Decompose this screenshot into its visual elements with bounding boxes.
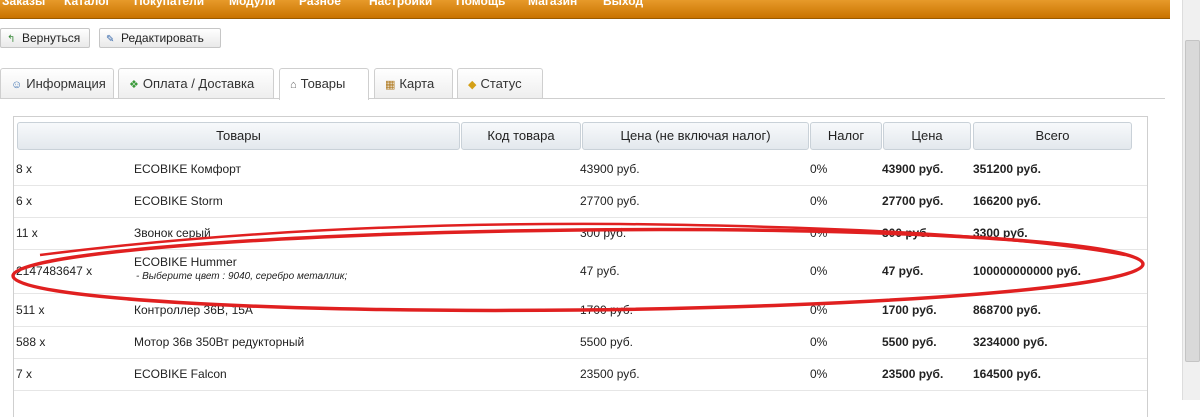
tab-products[interactable]: ⌂ Товары (279, 68, 369, 100)
row-tax: 0% (810, 303, 828, 317)
row-price-excl: 47 руб. (580, 264, 620, 278)
row-qty: 11 x (16, 226, 38, 240)
header-price-excl-tax: Цена (не включая налог) (582, 122, 809, 150)
row-price-excl: 27700 руб. (580, 194, 640, 208)
row-tax: 0% (810, 194, 828, 208)
tab-payment-delivery[interactable]: ❖ Оплата / Доставка (118, 68, 274, 98)
back-arrow-icon: ↰ (7, 34, 16, 45)
vertical-scrollbar[interactable] (1182, 0, 1200, 400)
row-tax: 0% (810, 264, 828, 278)
row-price-excl: 300 руб. (580, 226, 627, 240)
row-price: 43900 руб. (882, 162, 944, 176)
header-sku: Код товара (461, 122, 581, 150)
header-price: Цена (883, 122, 971, 150)
nav-modules[interactable]: Модули (229, 0, 275, 8)
row-total: 351200 руб. (973, 162, 1041, 176)
row-price-excl: 23500 руб. (580, 367, 640, 381)
row-product-link[interactable]: ECOBIKE Falcon (134, 367, 227, 381)
top-nav: Заказы Каталог Покупатели Модули Разное … (0, 0, 1170, 19)
row-qty: 7 x (16, 367, 33, 381)
row-product-link[interactable]: Звонок серый (134, 226, 211, 240)
row-tax: 0% (810, 335, 828, 349)
row-qty: 511 x (16, 303, 45, 317)
row-total: 164500 руб. (973, 367, 1041, 381)
row-total: 3234000 руб. (973, 335, 1048, 349)
row-tax: 0% (810, 226, 828, 240)
status-cube-icon: ◆ (468, 79, 477, 91)
tab-map[interactable]: ▦ Карта (374, 68, 453, 98)
header-total: Всего (973, 122, 1132, 150)
nav-catalog[interactable]: Каталог (64, 0, 111, 8)
nav-help[interactable]: Помощь (456, 0, 505, 8)
tab-info-label: Информация (26, 76, 106, 91)
table-row: 588 x Мотор 36в 350Вт редукторный 5500 р… (14, 326, 1147, 359)
info-people-icon: ☺ (11, 79, 23, 91)
row-price-excl: 5500 руб. (580, 335, 633, 349)
edit-button-label: Редактировать (121, 31, 204, 45)
products-box-icon: ⌂ (290, 79, 297, 91)
tab-status[interactable]: ◆ Статус (457, 68, 543, 98)
scrollbar-thumb[interactable] (1185, 40, 1200, 362)
back-button-label: Вернуться (22, 31, 81, 45)
row-product-link[interactable]: ECOBIKE Комфорт (134, 162, 241, 176)
tab-info[interactable]: ☺ Информация (0, 68, 114, 98)
table-row: 11 x Звонок серый 300 руб. 0% 300 руб. 3… (14, 217, 1147, 250)
nav-orders[interactable]: Заказы (2, 0, 45, 8)
table-row: 7 x ECOBIKE Falcon 23500 руб. 0% 23500 р… (14, 358, 1147, 391)
nav-customers[interactable]: Покупатели (134, 0, 204, 8)
edit-button[interactable]: ✎ Редактировать (99, 28, 221, 48)
tab-divider (0, 98, 1165, 99)
edit-icon: ✎ (106, 34, 115, 45)
tab-products-label: Товары (300, 76, 346, 91)
header-products: Товары (17, 122, 460, 150)
row-product-option: - Выберите цвет : 9040, серебро металлик… (136, 271, 348, 282)
table-row: 8 x ECOBIKE Комфорт 43900 руб. 0% 43900 … (14, 153, 1147, 186)
row-qty: 2147483647 x (16, 264, 93, 278)
row-total: 100000000000 руб. (973, 264, 1082, 278)
row-total: 868700 руб. (973, 303, 1041, 317)
tab-status-label: Статус (480, 76, 522, 91)
nav-exit[interactable]: Выход (603, 0, 643, 8)
products-table: Товары Код товара Цена (не включая налог… (13, 116, 1148, 417)
tab-payment-label: Оплата / Доставка (142, 76, 255, 91)
nav-misc[interactable]: Разное (299, 0, 341, 8)
row-price-excl: 43900 руб. (580, 162, 640, 176)
row-total: 166200 руб. (973, 194, 1041, 208)
row-product-link[interactable]: Контроллер 36В, 15А (134, 303, 253, 317)
back-button[interactable]: ↰ Вернуться (0, 28, 90, 48)
nav-settings[interactable]: Настройки (369, 0, 432, 8)
row-qty: 6 x (16, 194, 33, 208)
table-row: 6 x ECOBIKE Storm 27700 руб. 0% 27700 ру… (14, 185, 1147, 218)
nav-shop[interactable]: Магазин (528, 0, 577, 8)
row-price-excl: 1700 руб. (580, 303, 633, 317)
row-price: 1700 руб. (882, 303, 937, 317)
row-qty: 8 x (16, 162, 33, 176)
row-tax: 0% (810, 367, 828, 381)
row-price: 5500 руб. (882, 335, 937, 349)
row-tax: 0% (810, 162, 828, 176)
row-price: 23500 руб. (882, 367, 944, 381)
header-tax: Налог (810, 122, 882, 150)
table-row-highlighted: 2147483647 x ECOBIKE Hummer - Выберите ц… (14, 249, 1147, 294)
row-price: 27700 руб. (882, 194, 944, 208)
map-icon: ▦ (385, 79, 396, 91)
payment-icon: ❖ (129, 79, 139, 91)
row-product-link[interactable]: ECOBIKE Hummer (134, 255, 237, 269)
row-total: 3300 руб. (973, 226, 1028, 240)
table-row: 511 x Контроллер 36В, 15А 1700 руб. 0% 1… (14, 294, 1147, 327)
row-product-link[interactable]: Мотор 36в 350Вт редукторный (134, 335, 304, 349)
row-price: 300 руб. (882, 226, 930, 240)
row-qty: 588 x (16, 335, 46, 349)
row-product-link[interactable]: ECOBIKE Storm (134, 194, 223, 208)
tab-map-label: Карта (399, 76, 435, 91)
row-price: 47 руб. (882, 264, 924, 278)
